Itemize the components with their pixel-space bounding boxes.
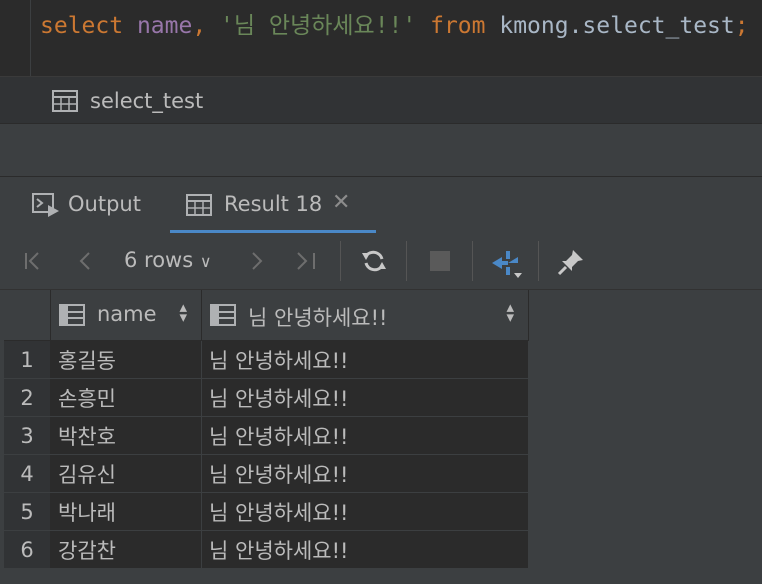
tab-result-label: Result 18 bbox=[224, 192, 323, 216]
chevron-down-icon: ∨ bbox=[199, 252, 212, 271]
sql-string-literal: '님 안녕하세요!!' bbox=[220, 13, 417, 39]
table-row[interactable]: 5 박나래 님 안녕하세요!! bbox=[4, 492, 529, 531]
editor-gutter bbox=[30, 0, 31, 76]
results-table: name ▴ ▾ 님 안녕하세요!! ▴ ▾ 1 홍길동 님 안녕하세요!! 2… bbox=[4, 290, 529, 569]
sql-keyword-select: select bbox=[40, 13, 124, 39]
stop-icon[interactable] bbox=[426, 247, 454, 275]
sql-column-name: name bbox=[136, 13, 193, 39]
compare-icon[interactable] bbox=[490, 247, 522, 278]
tab-output-label: Output bbox=[68, 192, 141, 216]
first-page-icon[interactable] bbox=[20, 247, 48, 275]
output-icon bbox=[32, 193, 60, 221]
pin-icon[interactable] bbox=[556, 247, 584, 276]
column-icon bbox=[210, 304, 236, 331]
column-header-greeting[interactable]: 님 안녕하세요!! ▴ ▾ bbox=[201, 290, 529, 341]
cell-name[interactable]: 김유신 bbox=[50, 454, 202, 493]
cell-greeting[interactable]: 님 안녕하세요!! bbox=[201, 378, 529, 417]
sql-statement[interactable]: select name, '님 안녕하세요!!' from kmong.sele… bbox=[40, 6, 749, 40]
cell-name[interactable]: 홍길동 bbox=[50, 340, 202, 379]
table-icon bbox=[186, 194, 212, 220]
column-header-label: name bbox=[97, 302, 157, 326]
cell-greeting[interactable]: 님 안녕하세요!! bbox=[201, 416, 529, 455]
prev-page-icon[interactable] bbox=[72, 247, 100, 275]
cell-greeting[interactable]: 님 안녕하세요!! bbox=[201, 530, 529, 569]
table-row[interactable]: 3 박찬호 님 안녕하세요!! bbox=[4, 416, 529, 455]
table-row[interactable]: 2 손흥민 님 안녕하세요!! bbox=[4, 378, 529, 417]
toolbar-divider bbox=[406, 241, 407, 281]
panel-spacer bbox=[0, 124, 762, 176]
row-number: 4 bbox=[4, 454, 51, 493]
row-number: 5 bbox=[4, 492, 51, 531]
row-number-header bbox=[4, 290, 51, 341]
tab-output[interactable]: Output bbox=[24, 177, 164, 233]
table-row[interactable]: 4 김유신 님 안녕하세요!! bbox=[4, 454, 529, 493]
row-number: 2 bbox=[4, 378, 51, 417]
breadcrumb: select_test bbox=[0, 77, 762, 124]
tab-result[interactable]: Result 18 ✕ bbox=[170, 177, 376, 233]
row-number: 6 bbox=[4, 530, 51, 569]
results-grid: name ▴ ▾ 님 안녕하세요!! ▴ ▾ 1 홍길동 님 안녕하세요!! 2… bbox=[0, 290, 762, 584]
table-icon bbox=[52, 90, 78, 116]
table-row[interactable]: 1 홍길동 님 안녕하세요!! bbox=[4, 340, 529, 379]
sql-table-ref: kmong.select_test bbox=[485, 13, 735, 39]
last-page-icon[interactable] bbox=[292, 247, 320, 275]
results-tab-bar: Output Result 18 ✕ bbox=[0, 176, 762, 234]
column-header-label: 님 안녕하세요!! bbox=[248, 306, 388, 330]
cell-name[interactable]: 강감찬 bbox=[50, 530, 202, 569]
row-number: 3 bbox=[4, 416, 51, 455]
cell-name[interactable]: 박나래 bbox=[50, 492, 202, 531]
close-icon[interactable]: ✕ bbox=[332, 190, 350, 215]
row-count-dropdown[interactable]: 6 rows ∨ bbox=[124, 248, 212, 272]
sql-editor[interactable]: select name, '님 안녕하세요!!' from kmong.sele… bbox=[0, 0, 762, 77]
breadcrumb-label[interactable]: select_test bbox=[90, 89, 203, 113]
column-icon bbox=[59, 304, 85, 331]
sort-icon[interactable]: ▴ ▾ bbox=[179, 300, 187, 325]
cell-greeting[interactable]: 님 안녕하세요!! bbox=[201, 492, 529, 531]
row-number: 1 bbox=[4, 340, 51, 379]
cell-greeting[interactable]: 님 안녕하세요!! bbox=[201, 340, 529, 379]
column-header-name[interactable]: name ▴ ▾ bbox=[50, 290, 202, 341]
sql-keyword-from: from bbox=[430, 13, 486, 39]
cell-name[interactable]: 손흥민 bbox=[50, 378, 202, 417]
cell-name[interactable]: 박찬호 bbox=[50, 416, 202, 455]
toolbar-divider bbox=[538, 241, 539, 281]
toolbar-divider bbox=[472, 241, 473, 281]
reload-icon[interactable] bbox=[360, 247, 388, 275]
next-page-icon[interactable] bbox=[242, 247, 270, 275]
table-row[interactable]: 6 강감찬 님 안녕하세요!! bbox=[4, 530, 529, 569]
cell-greeting[interactable]: 님 안녕하세요!! bbox=[201, 454, 529, 493]
toolbar-divider bbox=[340, 241, 341, 281]
results-toolbar: 6 rows ∨ bbox=[0, 233, 762, 290]
sort-icon[interactable]: ▴ ▾ bbox=[506, 300, 514, 325]
